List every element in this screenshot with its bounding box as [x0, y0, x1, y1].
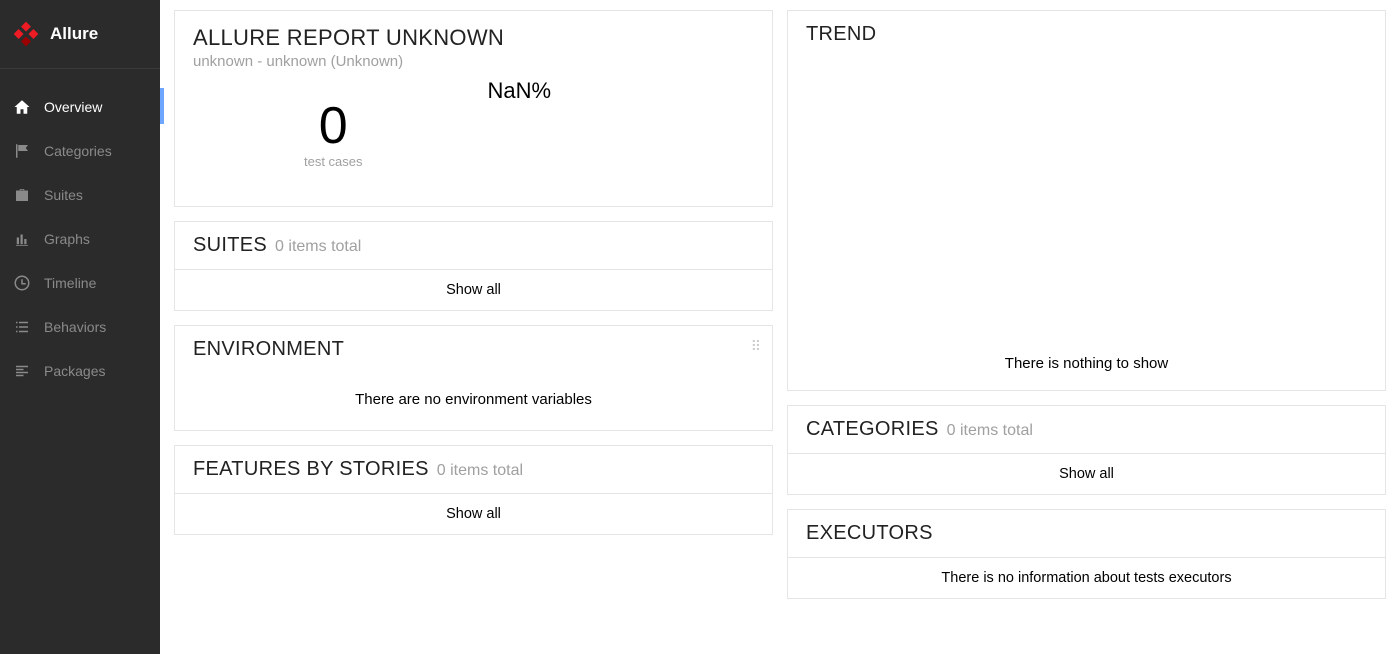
nav-label: Categories: [44, 143, 112, 159]
features-widget: FEATURES BY STORIES 0 items total Show a…: [174, 445, 773, 535]
nav: Overview Categories Suites Graphs Timeli…: [0, 69, 160, 393]
suites-items-total: 0 items total: [275, 238, 361, 256]
nav-label: Overview: [44, 99, 102, 115]
left-column: ALLURE REPORT UNKNOWN unknown - unknown …: [174, 10, 773, 644]
active-nav-marker: [160, 88, 164, 124]
summary-percent: NaN%: [488, 78, 552, 104]
home-icon: [12, 97, 32, 117]
trend-message: There is nothing to show: [788, 58, 1385, 390]
list-icon: [12, 317, 32, 337]
summary-count: 0: [193, 100, 474, 152]
features-title: FEATURES BY STORIES: [193, 458, 429, 481]
bar-chart-icon: [12, 229, 32, 249]
align-left-icon: [12, 361, 32, 381]
sidebar: Allure Overview Categories Suites Graphs: [0, 0, 160, 654]
features-show-all-link[interactable]: Show all: [175, 493, 772, 534]
executors-title: EXECUTORS: [806, 522, 933, 545]
trend-widget: TREND There is nothing to show: [787, 10, 1386, 391]
nav-item-categories[interactable]: Categories: [0, 129, 160, 173]
suites-show-all-link[interactable]: Show all: [175, 269, 772, 310]
right-column: TREND There is nothing to show CATEGORIE…: [787, 10, 1386, 644]
nav-item-suites[interactable]: Suites: [0, 173, 160, 217]
nav-label: Behaviors: [44, 319, 106, 335]
categories-show-all-link[interactable]: Show all: [788, 453, 1385, 494]
suites-title: SUITES: [193, 234, 267, 257]
flag-icon: [12, 141, 32, 161]
clock-icon: [12, 273, 32, 293]
allure-logo-icon: [12, 20, 40, 48]
brand-name: Allure: [50, 24, 98, 44]
suites-widget: SUITES 0 items total Show all: [174, 221, 773, 311]
executors-message: There is no information about tests exec…: [788, 557, 1385, 598]
nav-item-overview[interactable]: Overview: [0, 85, 160, 129]
drag-handle-icon[interactable]: ⠿: [751, 338, 762, 355]
nav-label: Suites: [44, 187, 83, 203]
environment-title: ENVIRONMENT: [193, 338, 344, 361]
nav-label: Timeline: [44, 275, 96, 291]
nav-item-behaviors[interactable]: Behaviors: [0, 305, 160, 349]
main-content: ALLURE REPORT UNKNOWN unknown - unknown …: [160, 0, 1400, 654]
nav-label: Packages: [44, 363, 105, 379]
environment-widget: ENVIRONMENT ⠿ There are no environment v…: [174, 325, 773, 431]
summary-title: ALLURE REPORT UNKNOWN: [193, 25, 754, 51]
categories-items-total: 0 items total: [947, 422, 1033, 440]
summary-count-label: test cases: [193, 154, 474, 169]
briefcase-icon: [12, 185, 32, 205]
categories-widget: CATEGORIES 0 items total Show all: [787, 405, 1386, 495]
summary-widget: ALLURE REPORT UNKNOWN unknown - unknown …: [174, 10, 773, 207]
features-items-total: 0 items total: [437, 462, 523, 480]
brand: Allure: [0, 0, 160, 69]
trend-title: TREND: [806, 23, 876, 46]
summary-subtitle: unknown - unknown (Unknown): [193, 53, 754, 70]
nav-item-timeline[interactable]: Timeline: [0, 261, 160, 305]
nav-item-graphs[interactable]: Graphs: [0, 217, 160, 261]
categories-title: CATEGORIES: [806, 418, 939, 441]
nav-item-packages[interactable]: Packages: [0, 349, 160, 393]
executors-widget: EXECUTORS There is no information about …: [787, 509, 1386, 599]
nav-label: Graphs: [44, 231, 90, 247]
environment-message: There are no environment variables: [175, 373, 772, 430]
